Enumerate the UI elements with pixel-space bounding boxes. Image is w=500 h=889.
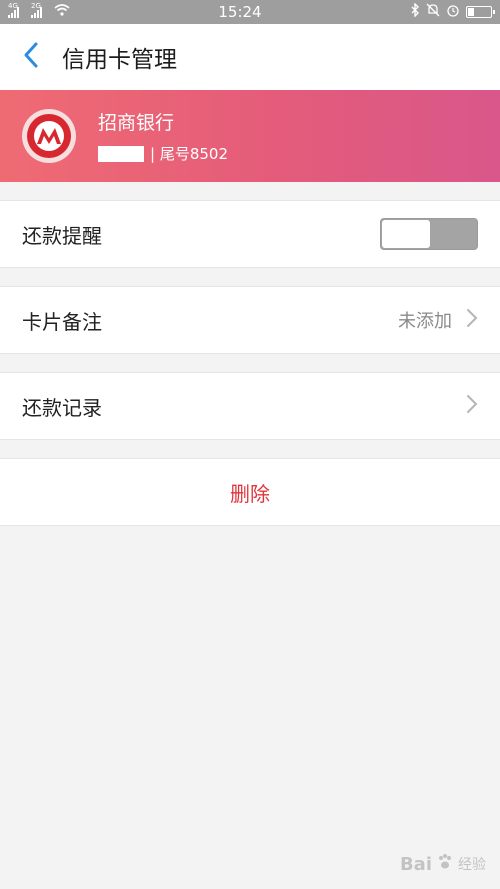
card-note-row[interactable]: 卡片备注 未添加	[0, 286, 500, 354]
status-right	[410, 2, 495, 21]
repayment-reminder-toggle[interactable]	[380, 218, 478, 250]
signal-4g-label: 4G	[8, 2, 18, 10]
alarm-icon	[446, 3, 460, 21]
card-note-value: 未添加	[398, 311, 452, 332]
repayment-reminder-row: 还款提醒	[0, 200, 500, 268]
status-left: 4G 2G	[8, 2, 70, 20]
chevron-right-icon	[466, 308, 478, 332]
battery-icon	[465, 6, 495, 18]
card-note-right: 未添加	[398, 307, 478, 333]
chevron-left-icon	[22, 41, 40, 73]
card-number-line: | 尾号8502	[98, 143, 228, 164]
card-note-label: 卡片备注	[22, 309, 102, 334]
bluetooth-icon	[410, 2, 420, 21]
signal-2g-icon: 2G	[31, 2, 42, 18]
baidu-jingyan-watermark: Bai 经验	[400, 853, 486, 875]
status-bar: 4G 2G 15:24	[0, 0, 500, 24]
masked-name-block	[98, 145, 144, 162]
chevron-right-icon	[466, 394, 478, 418]
signal-2g-label: 2G	[31, 2, 41, 10]
repayment-reminder-label: 还款提醒	[22, 223, 102, 248]
bank-name: 招商银行	[98, 112, 175, 134]
credit-card-banner: 招商银行 | 尾号8502	[0, 90, 500, 182]
wifi-icon	[54, 4, 70, 20]
status-time: 15:24	[218, 3, 262, 21]
page-title: 信用卡管理	[62, 47, 177, 73]
signal-4g-icon: 4G	[8, 2, 19, 18]
toggle-knob	[382, 220, 430, 248]
paw-icon	[436, 853, 454, 875]
repayment-records-row[interactable]: 还款记录	[0, 372, 500, 440]
watermark-sub: 经验	[458, 857, 486, 873]
back-button[interactable]	[18, 42, 44, 72]
delete-label: 删除	[230, 481, 270, 506]
app-header: 信用卡管理	[0, 24, 500, 90]
card-info: 招商银行 | 尾号8502	[98, 108, 228, 164]
delete-button[interactable]: 删除	[0, 458, 500, 526]
watermark-text: Bai	[399, 853, 432, 875]
card-tail-number: | 尾号8502	[150, 145, 228, 163]
repayment-records-label: 还款记录	[22, 395, 102, 420]
mute-bell-icon	[426, 3, 440, 21]
cmb-bank-logo-icon	[22, 109, 76, 163]
